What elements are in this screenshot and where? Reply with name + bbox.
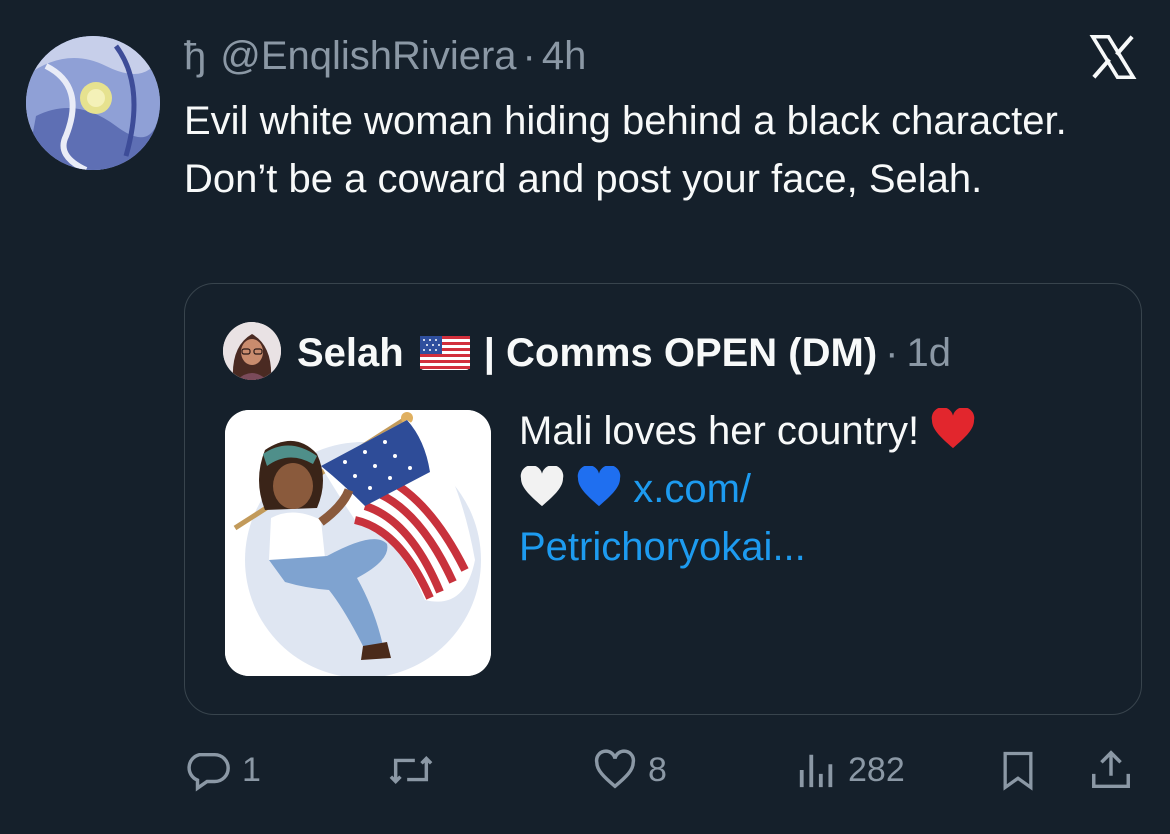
reply-count: 1 bbox=[242, 750, 261, 789]
views-icon bbox=[799, 754, 833, 788]
quoted-author-line: Selah | Comms OPEN (DM) · 1d bbox=[297, 328, 951, 378]
blue-heart-icon bbox=[577, 466, 621, 507]
reply-button[interactable]: 1 bbox=[186, 740, 261, 800]
action-bar: 1 8 282 bbox=[0, 740, 1170, 800]
tweet-header: ђ @EnqlishRiviera · 4h bbox=[184, 32, 586, 80]
retweet-button[interactable] bbox=[386, 740, 436, 800]
us-flag-icon bbox=[419, 336, 470, 370]
bookmark-icon bbox=[1003, 751, 1033, 791]
share-icon bbox=[1092, 750, 1130, 789]
like-button[interactable]: 8 bbox=[592, 740, 667, 800]
author-display-name[interactable]: ђ bbox=[184, 34, 206, 79]
quoted-link-part1[interactable]: x.com/ bbox=[633, 467, 751, 511]
share-button[interactable] bbox=[1088, 740, 1134, 800]
bookmark-button[interactable] bbox=[996, 740, 1040, 800]
white-heart-icon bbox=[520, 466, 564, 507]
tweet-view: ђ @EnqlishRiviera · 4h Evil white woman … bbox=[0, 0, 1170, 834]
author-handle[interactable]: @EnqlishRiviera bbox=[220, 34, 516, 79]
quoted-timestamp[interactable]: 1d bbox=[906, 331, 951, 376]
quoted-link-part2[interactable]: Petrichoryokai... bbox=[519, 525, 806, 569]
quoted-tweet-body: Mali loves her country! x.com/ Petrichor… bbox=[519, 402, 1079, 576]
quoted-tweet-image[interactable] bbox=[225, 410, 491, 676]
views-button[interactable]: 282 bbox=[796, 740, 905, 800]
quoted-tweet-card[interactable]: Selah | Comms OPEN (DM) · 1d Mali loves … bbox=[184, 283, 1142, 715]
quoted-author-name[interactable]: Selah bbox=[297, 331, 404, 376]
quoted-author-avatar[interactable] bbox=[223, 322, 281, 380]
x-logo-icon bbox=[1089, 34, 1137, 80]
author-avatar[interactable] bbox=[26, 36, 160, 170]
tweet-timestamp[interactable]: 4h bbox=[542, 34, 587, 79]
quoted-separator: · bbox=[885, 330, 899, 375]
retweet-icon bbox=[389, 756, 433, 784]
reply-icon bbox=[187, 752, 230, 792]
red-heart-icon bbox=[932, 408, 975, 449]
quoted-tweet-text: Mali loves her country! bbox=[519, 409, 920, 453]
views-count: 282 bbox=[848, 750, 905, 789]
header-separator: · bbox=[522, 33, 536, 78]
quoted-author-suffix: | Comms OPEN (DM) bbox=[483, 330, 878, 375]
like-count: 8 bbox=[648, 750, 667, 789]
tweet-body: Evil white woman hiding behind a black c… bbox=[184, 99, 1067, 201]
heart-icon bbox=[594, 749, 636, 789]
